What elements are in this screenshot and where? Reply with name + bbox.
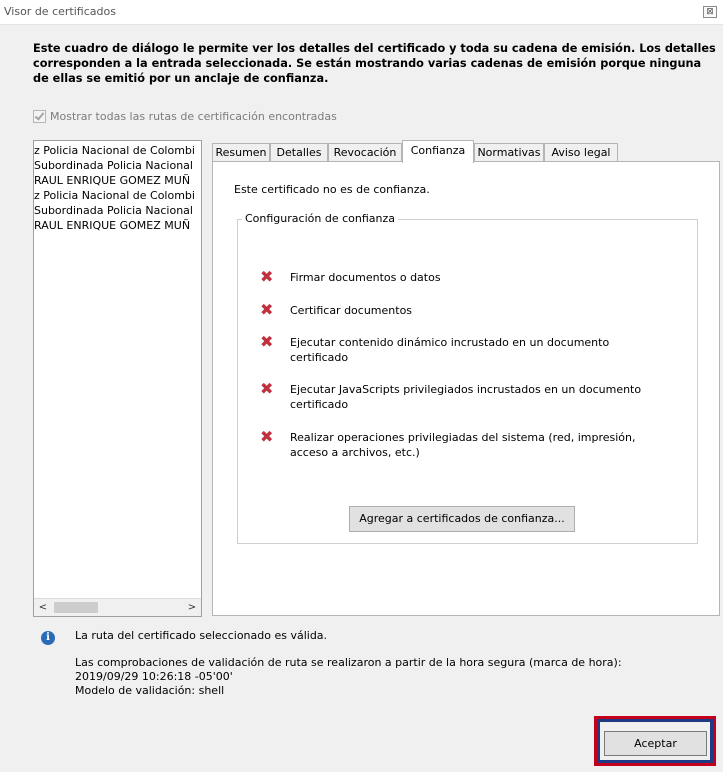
permission-label: Firmar documentos o datos (290, 271, 441, 284)
trust-status-text: Este certificado no es de confianza. (234, 183, 430, 196)
permission-row: ✖ Firmar documentos o datos (260, 267, 650, 286)
tree-item[interactable]: Subordinada Policia Nacional (34, 159, 193, 172)
denied-icon: ✖ (260, 267, 274, 286)
tab-revocacion[interactable]: Revocación (328, 143, 402, 162)
permission-row: ✖ Ejecutar contenido dinámico incrustado… (260, 332, 650, 365)
tree-item[interactable]: Subordinada Policia Nacional (34, 204, 193, 217)
info-icon: i (41, 631, 55, 645)
permission-row: ✖ Realizar operaciones privilegiadas del… (260, 427, 650, 460)
denied-icon: ✖ (260, 300, 274, 319)
certificate-tree[interactable]: z Policia Nacional de Colombi Subordinad… (33, 140, 202, 617)
tab-resumen[interactable]: Resumen (212, 143, 270, 162)
validation-line: Las comprobaciones de validación de ruta… (75, 656, 622, 669)
scroll-left-icon[interactable]: < (36, 601, 50, 614)
trust-settings-title: Configuración de confianza (242, 212, 398, 225)
window-title: Visor de certificados (4, 5, 116, 18)
trust-settings-group: Configuración de confianza ✖ Firmar docu… (237, 212, 698, 544)
tree-item[interactable]: z Policia Nacional de Colombi (34, 144, 195, 157)
scrollbar-thumb[interactable] (54, 602, 98, 613)
title-bar: Visor de certificados ⊠ (0, 0, 723, 25)
trust-tab-panel: Este certificado no es de confianza. Con… (212, 161, 720, 616)
permission-label: Realizar operaciones privilegiadas del s… (290, 431, 636, 459)
denied-icon: ✖ (260, 379, 274, 398)
tab-aviso-legal[interactable]: Aviso legal (544, 143, 618, 162)
horizontal-scrollbar[interactable]: < > (34, 598, 201, 616)
scroll-right-icon[interactable]: > (185, 601, 199, 614)
denied-icon: ✖ (260, 332, 274, 351)
checkbox-checked-icon (33, 110, 46, 123)
certificate-viewer-dialog: Visor de certificados ⊠ Este cuadro de d… (0, 0, 723, 772)
permission-label: Ejecutar JavaScripts privilegiados incru… (290, 383, 642, 411)
accept-button[interactable]: Aceptar (604, 731, 707, 756)
tree-item[interactable]: RAUL ENRIQUE GOMEZ MUÑ (34, 219, 190, 232)
permission-label: Certificar documentos (290, 304, 413, 317)
permission-row: ✖ Ejecutar JavaScripts privilegiados inc… (260, 379, 650, 412)
close-icon[interactable]: ⊠ (703, 6, 717, 18)
validation-details: Las comprobaciones de validación de ruta… (75, 656, 622, 698)
show-all-paths-label: Mostrar todas las rutas de certificación… (50, 110, 337, 123)
tree-item[interactable]: z Policia Nacional de Colombi (34, 189, 195, 202)
path-valid-text: La ruta del certificado seleccionado es … (75, 629, 328, 642)
tree-item[interactable]: RAUL ENRIQUE GOMEZ MUÑ (34, 174, 190, 187)
permission-label: Ejecutar contenido dinámico incrustado e… (290, 336, 610, 364)
denied-icon: ✖ (260, 427, 274, 446)
tab-confianza[interactable]: Confianza (402, 140, 474, 163)
tab-detalles[interactable]: Detalles (270, 143, 328, 162)
validation-model: Modelo de validación: shell (75, 684, 225, 697)
validation-timestamp: 2019/09/29 10:26:18 -05'00' (75, 670, 233, 683)
add-to-trusted-button[interactable]: Agregar a certificados de confianza... (349, 506, 575, 532)
show-all-paths-checkbox[interactable]: Mostrar todas las rutas de certificación… (33, 110, 337, 123)
permission-row: ✖ Certificar documentos (260, 300, 650, 319)
tab-normativas[interactable]: Normativas (474, 143, 544, 162)
intro-text: Este cuadro de diálogo le permite ver lo… (33, 42, 716, 85)
